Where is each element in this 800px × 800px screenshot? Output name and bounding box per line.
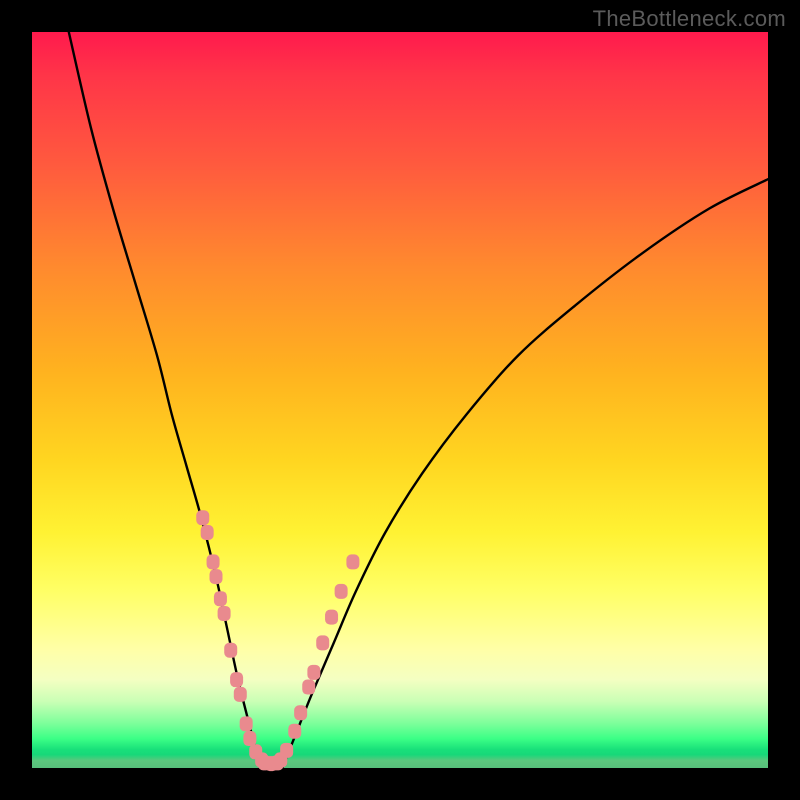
- data-marker: [240, 716, 253, 731]
- data-marker: [280, 743, 293, 758]
- bottleneck-curve: [32, 32, 768, 768]
- data-marker: [218, 606, 231, 621]
- data-marker: [325, 610, 338, 625]
- curve-segment: [282, 179, 768, 768]
- data-marker: [346, 554, 359, 569]
- data-marker: [207, 554, 220, 569]
- data-marker: [210, 569, 223, 584]
- data-marker: [201, 525, 214, 540]
- data-marker: [307, 665, 320, 680]
- data-marker: [230, 672, 243, 687]
- data-marker: [234, 687, 247, 702]
- data-marker: [302, 680, 315, 695]
- chart-frame: TheBottleneck.com: [0, 0, 800, 800]
- data-marker: [288, 724, 301, 739]
- data-marker: [214, 591, 227, 606]
- data-marker: [294, 705, 307, 720]
- data-marker: [316, 635, 329, 650]
- plot-area: [32, 32, 768, 768]
- data-marker: [224, 643, 237, 658]
- data-marker: [196, 510, 209, 525]
- data-marker: [243, 731, 256, 746]
- watermark-text: TheBottleneck.com: [593, 6, 786, 32]
- data-marker: [335, 584, 348, 599]
